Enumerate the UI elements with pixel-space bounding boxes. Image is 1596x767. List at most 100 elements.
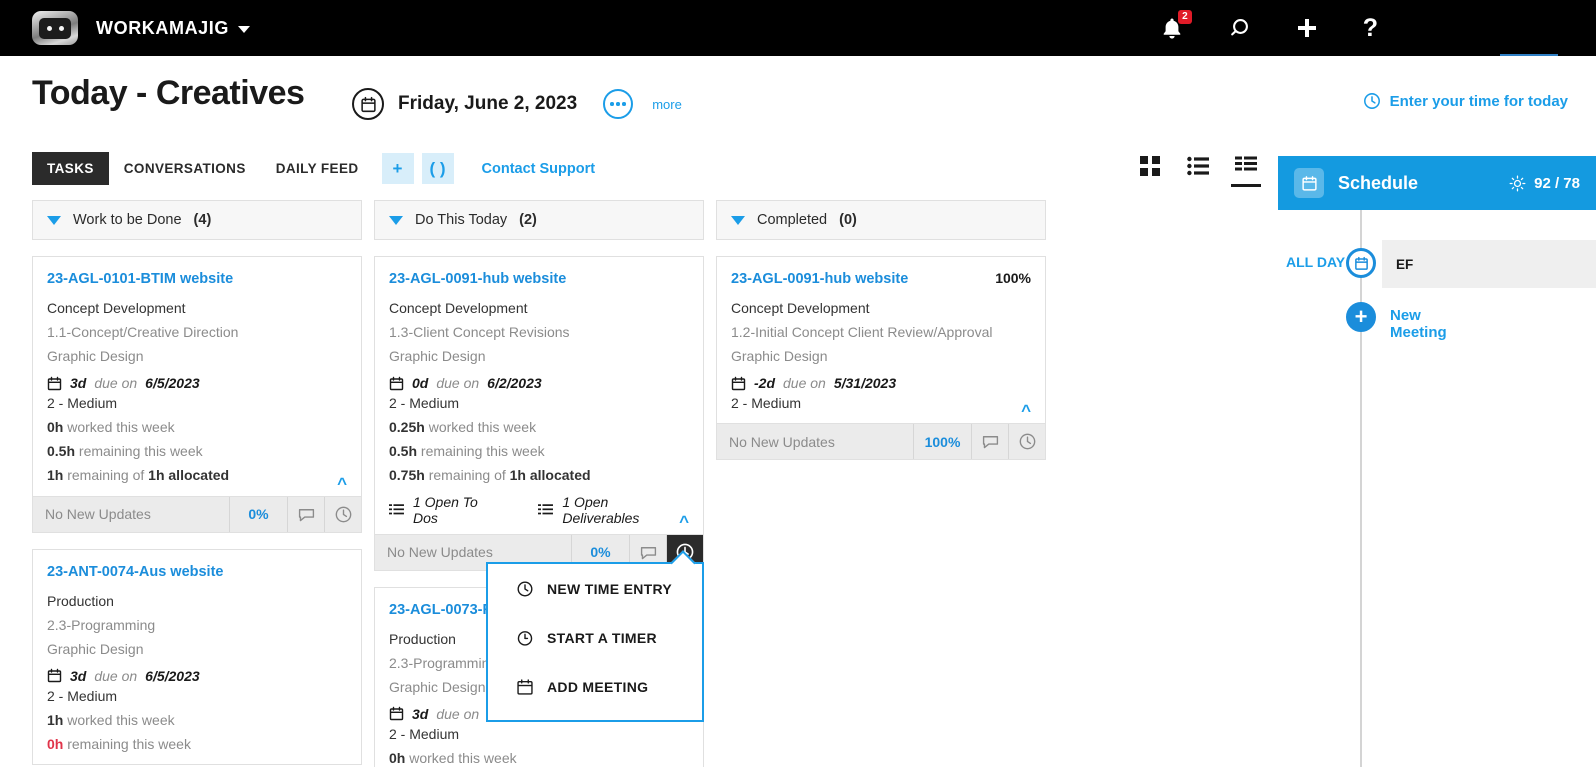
new-meeting-label[interactable]: New Meeting	[1390, 307, 1447, 341]
column-header[interactable]: Work to be Done (4)	[32, 200, 362, 240]
sun-icon	[1509, 175, 1526, 191]
task-remaining: 0h remaining this week	[47, 732, 347, 756]
logo-eye-right	[58, 25, 64, 31]
collapse-card-icon[interactable]: ^	[679, 513, 689, 530]
remaining-value: 0h	[47, 735, 64, 752]
calendar-icon	[389, 376, 404, 390]
column-header[interactable]: Completed (0)	[716, 200, 1046, 240]
clock-icon[interactable]	[324, 496, 361, 532]
task-worked: 0h worked this week	[47, 415, 347, 439]
date-selector[interactable]: Friday, June 2, 2023 more	[352, 88, 682, 120]
detail-list-view-icon[interactable]	[1231, 155, 1261, 187]
column-header[interactable]: Do This Today (2)	[374, 200, 704, 240]
task-card[interactable]: 23-AGL-0091-hub website Concept Developm…	[374, 256, 704, 571]
card-percent[interactable]: 0%	[229, 496, 287, 532]
task-phase: Concept Development	[731, 300, 870, 316]
column-count: (2)	[519, 212, 537, 228]
more-button[interactable]	[603, 89, 634, 119]
task-allocation: 0.75h remaining of 1h allocated	[389, 463, 689, 487]
card-percent[interactable]: 100%	[913, 424, 971, 460]
notification-badge: 2	[1178, 9, 1192, 24]
due-on-label: due on	[94, 667, 138, 684]
workamajig-app: WORKAMAJIG 2 ? Today - Creatives Friday,…	[0, 0, 1596, 767]
alloc-value: 0.75h	[389, 467, 425, 484]
bell-icon[interactable]: 2	[1161, 9, 1192, 40]
task-card[interactable]: 23-ANT-0074-Aus website Production 2.3-P…	[32, 548, 362, 766]
column-title: Work to be Done	[73, 212, 182, 228]
code-view-button[interactable]: ( )	[421, 153, 454, 184]
weather-widget: 92 / 78	[1509, 175, 1580, 192]
calendar-icon	[731, 376, 746, 390]
search-icon[interactable]	[1227, 16, 1251, 40]
task-name: 1.2-Initial Concept Client Review/Approv…	[731, 324, 993, 341]
task-discipline: Graphic Design	[47, 640, 144, 657]
open-deliverables[interactable]: 1 Open Deliverables	[562, 494, 689, 526]
due-date: 5/31/2023	[833, 375, 897, 392]
chevron-down-icon	[238, 26, 250, 33]
task-title[interactable]: 23-ANT-0074-Aus website	[47, 564, 347, 580]
alloc-mid: remaining of	[424, 467, 510, 484]
due-date: 6/2/2023	[487, 375, 542, 392]
column-completed: Completed (0) 100% 23-AGL-0091-hub websi…	[716, 200, 1046, 461]
timer-icon	[517, 630, 533, 646]
active-view-underline	[1231, 184, 1261, 187]
tab-conversations[interactable]: CONVERSATIONS	[109, 152, 261, 185]
todo-list-icon	[389, 504, 404, 515]
remaining-value: 0.5h	[389, 443, 418, 460]
plus-icon[interactable]: +	[1346, 302, 1376, 332]
due-on-label: due on	[436, 375, 480, 392]
card-updates[interactable]: No New Updates	[33, 497, 229, 532]
task-priority: 2 - Medium	[731, 395, 802, 412]
menu-label: ADD MEETING	[547, 678, 649, 695]
task-card[interactable]: 100% 23-AGL-0091-hub website Concept Dev…	[716, 256, 1046, 461]
column-title: Do This Today	[415, 212, 508, 228]
clock-icon[interactable]	[1008, 424, 1045, 460]
current-date: Friday, June 2, 2023	[398, 93, 578, 114]
enter-time-link[interactable]: Enter your time for today	[1363, 92, 1568, 110]
help-icon[interactable]: ?	[1363, 15, 1378, 41]
deliverables-list-icon	[538, 504, 554, 515]
tab-tasks[interactable]: TASKS	[32, 152, 109, 185]
card-updates[interactable]: No New Updates	[717, 424, 913, 459]
workamajig-logo[interactable]	[32, 11, 78, 45]
chat-icon[interactable]	[971, 424, 1008, 460]
collapse-card-icon[interactable]: ^	[337, 475, 347, 492]
timeline-rail	[1360, 210, 1362, 767]
chevron-down-icon	[389, 215, 403, 225]
task-card[interactable]: 23-AGL-0101-BTIM website Concept Develop…	[32, 256, 362, 533]
clock-icon	[1363, 93, 1380, 109]
task-title[interactable]: 23-AGL-0091-hub website	[389, 271, 689, 287]
menu-item-add-meeting[interactable]: ADD MEETING	[488, 662, 702, 711]
plus-icon[interactable]	[1295, 16, 1319, 40]
chevron-down-icon	[731, 215, 745, 225]
worked-label: worked this week	[405, 749, 517, 766]
all-day-event[interactable]: EF	[1382, 240, 1596, 288]
task-worked: 1h worked this week	[47, 708, 347, 732]
menu-item-new-time-entry[interactable]: NEW TIME ENTRY	[488, 564, 702, 613]
all-day-label: ALL DAY	[1286, 254, 1346, 270]
contact-support-link[interactable]: Contact Support	[482, 161, 596, 177]
grid-view-icon[interactable]	[1138, 155, 1162, 177]
brand-menu[interactable]: WORKAMAJIG	[96, 18, 250, 39]
task-due-row: 0d due on 6/2/2023	[389, 375, 689, 391]
collapse-card-icon[interactable]: ^	[1021, 402, 1031, 419]
schedule-header[interactable]: Schedule 92 / 78	[1278, 156, 1596, 210]
more-label[interactable]: more	[652, 97, 682, 112]
card-footer: No New Updates 0%	[33, 495, 361, 532]
due-days: 3d	[70, 375, 87, 392]
logo-eye-left	[46, 25, 52, 31]
tab-daily-feed[interactable]: DAILY FEED	[261, 152, 374, 185]
chat-icon[interactable]	[287, 496, 324, 532]
calendar-icon	[389, 707, 404, 721]
top-navbar: WORKAMAJIG 2 ?	[0, 0, 1596, 56]
task-title[interactable]: 23-AGL-0101-BTIM website	[47, 271, 347, 287]
list-view-icon[interactable]	[1186, 155, 1210, 177]
task-title[interactable]: 23-AGL-0091-hub website	[731, 271, 1031, 287]
add-task-button[interactable]: +	[381, 153, 414, 184]
open-todos[interactable]: 1 Open To Dos	[413, 494, 506, 526]
task-phase: Concept Development	[47, 300, 186, 316]
menu-item-start-a-timer[interactable]: START A TIMER	[488, 613, 702, 662]
worked-value: 0.25h	[389, 419, 425, 436]
tab-bar: TASKS CONVERSATIONS DAILY FEED + ( ) Con…	[32, 152, 595, 185]
enter-time-label: Enter your time for today	[1389, 92, 1568, 110]
